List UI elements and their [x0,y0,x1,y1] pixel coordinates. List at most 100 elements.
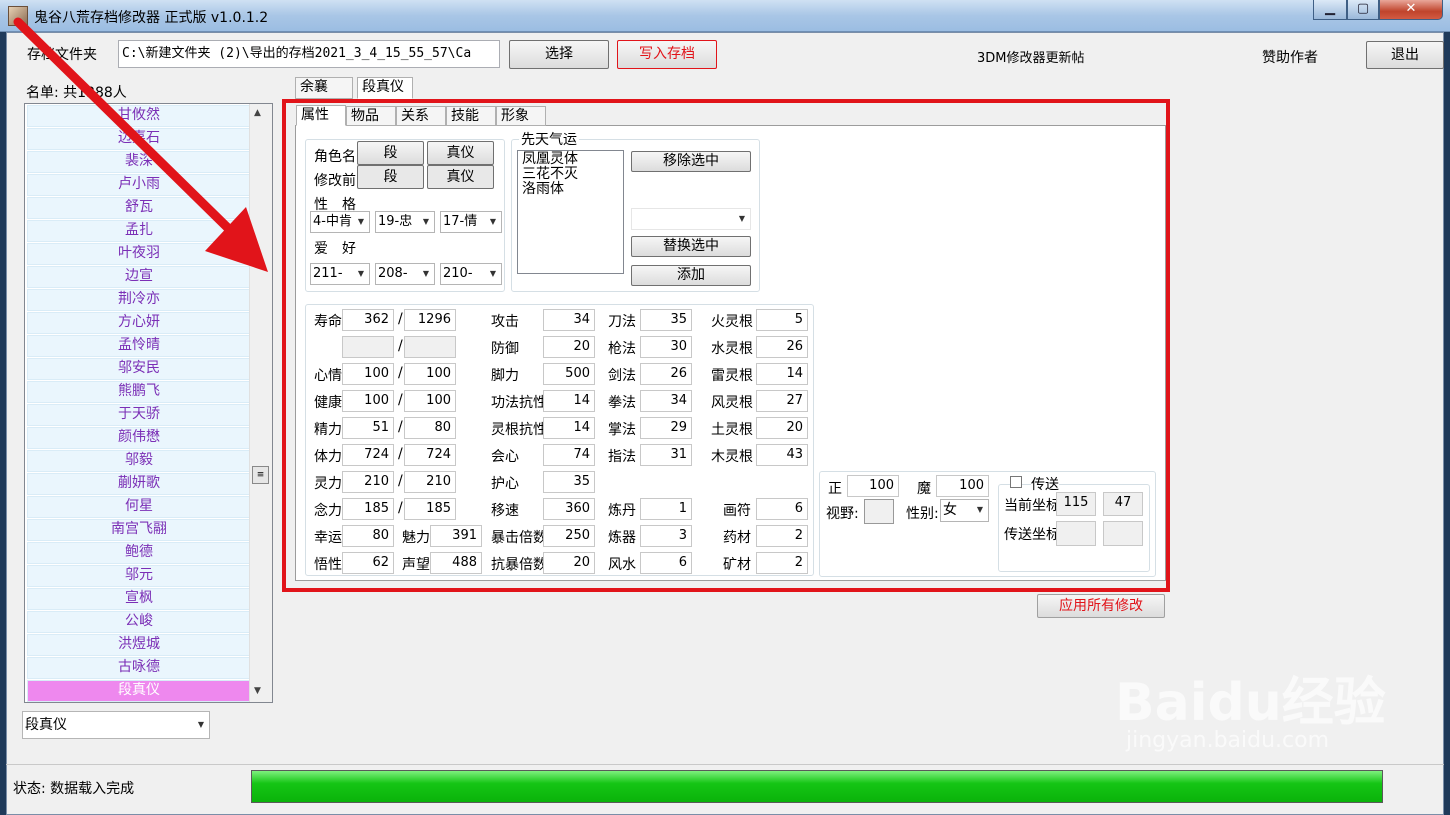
stat-field[interactable]: 34 [543,309,595,331]
roster-item[interactable]: 鲍德 [27,542,251,564]
stat-field[interactable]: 360 [543,498,595,520]
teleport-checkbox[interactable] [1010,476,1022,488]
stat-current-field[interactable]: 210 [342,471,394,493]
replace-selected-button[interactable]: 替换选中 [631,236,751,257]
stat-field[interactable]: 2 [756,552,808,574]
teleport-y-field[interactable] [1103,521,1143,546]
fortune-list[interactable]: 凤凰灵体 三花不灭 洛雨体 [517,150,624,274]
stat-max-field[interactable] [404,336,456,358]
stat-field[interactable]: 250 [543,525,595,547]
stat-field[interactable]: 20 [543,336,595,358]
stat-field[interactable]: 6 [756,498,808,520]
roster-item[interactable]: 邬元 [27,565,251,587]
scroll-thumb[interactable]: ≡ [252,466,269,484]
stat-field[interactable]: 43 [756,444,808,466]
stat-field[interactable]: 26 [756,336,808,358]
stat-field[interactable]: 5 [756,309,808,331]
roster-item[interactable]: 洪煜城 [27,634,251,656]
fortune-item[interactable]: 三花不灭 [522,167,578,182]
roster-item[interactable]: 公峻 [27,611,251,633]
stat-field[interactable]: 14 [543,390,595,412]
stat-field[interactable]: 20 [756,417,808,439]
stat-field[interactable]: 3 [640,525,692,547]
stat-field[interactable]: 1 [640,498,692,520]
stat-field[interactable]: 31 [640,444,692,466]
stat-field[interactable]: 80 [342,525,394,547]
stat-field[interactable]: 74 [543,444,595,466]
vision-field[interactable] [864,499,894,524]
sponsor-link[interactable]: 赞助作者 [1262,47,1318,67]
roster-item[interactable]: 邬安民 [27,358,251,380]
add-fortune-button[interactable]: 添加 [631,265,751,286]
demon-field[interactable]: 100 [936,475,989,497]
stat-field[interactable]: 488 [430,552,482,574]
teleport-x-field[interactable] [1056,521,1096,546]
fortune-select[interactable]: ▼ [631,208,751,230]
trait-select-1[interactable]: 4-中肯 ▼ [310,211,370,233]
stat-field[interactable]: 500 [543,363,595,385]
tab-skills[interactable]: 技能 [446,106,496,126]
stat-field[interactable]: 62 [342,552,394,574]
stat-current-field[interactable]: 724 [342,444,394,466]
remove-selected-button[interactable]: 移除选中 [631,151,751,172]
surname-field[interactable]: 段 [357,141,424,165]
roster-item[interactable]: 孟怜晴 [27,335,251,357]
stat-current-field[interactable]: 100 [342,390,394,412]
tab-attributes[interactable]: 属性 [296,105,346,126]
stat-max-field[interactable]: 100 [404,363,456,385]
roster-search-combo[interactable]: 段真仪 ▼ [22,711,210,739]
tab-appearance[interactable]: 形象 [496,106,546,126]
stat-current-field[interactable] [342,336,394,358]
roster-item[interactable]: 何星 [27,496,251,518]
trait-select-3[interactable]: 17-情 ▼ [440,211,502,233]
stat-max-field[interactable]: 1296 [404,309,456,331]
roster-item[interactable]: 宣枫 [27,588,251,610]
stat-current-field[interactable]: 362 [342,309,394,331]
scroll-down-icon[interactable]: ▼ [254,686,261,696]
stat-field[interactable]: 391 [430,525,482,547]
maximize-button[interactable]: ▢ [1347,0,1379,20]
stat-field[interactable]: 27 [756,390,808,412]
tab-items[interactable]: 物品 [346,106,396,126]
tab-relations[interactable]: 关系 [396,106,446,126]
hobby-select-2[interactable]: 208- ▼ [375,263,435,285]
minimize-button[interactable]: ▁ [1313,0,1347,20]
roster-item[interactable]: 于天骄 [27,404,251,426]
stat-field[interactable]: 34 [640,390,692,412]
stat-max-field[interactable]: 80 [404,417,456,439]
roster-item[interactable]: 方心妍 [27,312,251,334]
roster-item[interactable]: 熊鹏飞 [27,381,251,403]
char-tab-0[interactable]: 余襄 [295,77,353,99]
stat-current-field[interactable]: 185 [342,498,394,520]
stat-field[interactable]: 14 [543,417,595,439]
stat-field[interactable]: 29 [640,417,692,439]
roster-item[interactable]: 南宫飞翮 [27,519,251,541]
stat-current-field[interactable]: 51 [342,417,394,439]
char-tab-1[interactable]: 段真仪 [357,77,413,99]
stat-current-field[interactable]: 100 [342,363,394,385]
select-button[interactable]: 选择 [509,40,609,69]
roster-item[interactable]: 颜伟懋 [27,427,251,449]
stat-field[interactable]: 35 [640,309,692,331]
update-link[interactable]: 3DM修改器更新帖 [977,47,1085,66]
roster-item[interactable]: 古咏德 [27,657,251,679]
exit-button[interactable]: 退出 [1366,41,1444,69]
trait-select-2[interactable]: 19-忠 ▼ [375,211,435,233]
righteous-field[interactable]: 100 [847,475,899,497]
roster-item[interactable]: 蒯妍歌 [27,473,251,495]
stat-max-field[interactable]: 185 [404,498,456,520]
stat-field[interactable]: 2 [756,525,808,547]
hobby-select-1[interactable]: 211- ▼ [310,263,370,285]
gender-select[interactable]: 女 ▼ [940,499,989,522]
hobby-select-3[interactable]: 210- ▼ [440,263,502,285]
stat-field[interactable]: 20 [543,552,595,574]
stat-max-field[interactable]: 210 [404,471,456,493]
stat-field[interactable]: 6 [640,552,692,574]
roster-item[interactable]: 邬毅 [27,450,251,472]
stat-field[interactable]: 26 [640,363,692,385]
given-name-field[interactable]: 真仪 [427,141,494,165]
write-save-button[interactable]: 写入存档 [617,40,717,69]
stat-field[interactable]: 30 [640,336,692,358]
stat-max-field[interactable]: 100 [404,390,456,412]
stat-max-field[interactable]: 724 [404,444,456,466]
